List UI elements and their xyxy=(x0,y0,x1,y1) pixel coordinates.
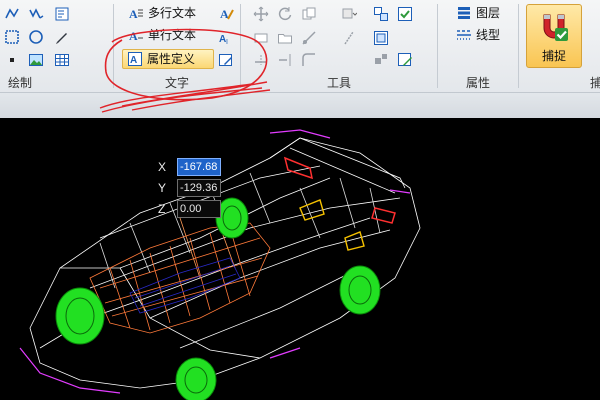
magnet-icon xyxy=(538,11,570,43)
linetype-icon xyxy=(456,27,472,43)
text-style-icon[interactable]: A xyxy=(218,6,234,22)
coord-row-y: Y -129.36 xyxy=(158,179,222,197)
rotate-icon[interactable] xyxy=(277,6,293,22)
scale-icon[interactable] xyxy=(301,30,317,46)
point-icon[interactable] xyxy=(4,52,20,68)
group-draw: 绘制 xyxy=(0,0,80,92)
coord-z-label: Z xyxy=(158,202,166,216)
copy-icon[interactable] xyxy=(301,6,317,22)
extend-icon[interactable] xyxy=(277,52,293,68)
group-draw-label: 绘制 xyxy=(8,76,33,90)
check-icon[interactable] xyxy=(397,6,413,22)
ribbon: 绘制 A 多行文本 A 单行文本 A 属性定义 A AI 文字 工具 图层 线型… xyxy=(0,0,600,118)
mirror-icon[interactable] xyxy=(341,30,357,46)
coord-x-field[interactable]: -167.68 xyxy=(177,158,221,176)
snap-label: 捕捉 xyxy=(541,49,566,63)
insert-block-icon[interactable] xyxy=(373,30,389,46)
group-tools: 工具 xyxy=(241,0,437,92)
array-dropdown-icon[interactable] xyxy=(341,6,357,22)
region-icon[interactable] xyxy=(4,29,20,45)
rectangle-icon[interactable] xyxy=(253,30,269,46)
block-edit-icon[interactable] xyxy=(397,52,413,68)
attribute-definition-label: 属性定义 xyxy=(147,52,196,66)
fillet-icon[interactable] xyxy=(301,52,317,68)
polyline-icon[interactable] xyxy=(4,6,20,22)
ribbon-footer xyxy=(0,92,600,118)
explode-icon[interactable] xyxy=(373,52,389,68)
svg-text:I: I xyxy=(226,39,228,46)
multiline-text-label: 多行文本 xyxy=(148,6,197,20)
image-icon[interactable] xyxy=(28,52,44,68)
snap-group-label: 捕 xyxy=(590,76,600,90)
trim-icon[interactable] xyxy=(253,52,269,68)
coord-z-field[interactable]: 0.00 xyxy=(177,200,221,218)
group-separator xyxy=(518,4,519,88)
move-icon[interactable] xyxy=(253,6,269,22)
linetype-label: 线型 xyxy=(476,28,501,42)
layer-icon xyxy=(456,5,472,21)
svg-text:A: A xyxy=(130,55,137,66)
pen-icon[interactable] xyxy=(54,29,70,45)
coord-y-field[interactable]: -129.36 xyxy=(177,179,221,197)
coord-row-x: X -167.68 xyxy=(158,158,222,176)
table-icon[interactable] xyxy=(54,52,70,68)
group-properties-label: 属性 xyxy=(465,76,490,90)
singleline-text-icon: A xyxy=(128,27,144,43)
group-properties: 图层 线型 属性 xyxy=(438,0,518,92)
svg-text:A: A xyxy=(129,7,138,21)
svg-text:A: A xyxy=(220,7,229,21)
car-wireframe xyxy=(19,129,421,400)
linetype-button[interactable]: 线型 xyxy=(452,25,504,45)
attribute-definition-button[interactable]: A 属性定义 xyxy=(122,49,214,69)
circle-icon[interactable] xyxy=(28,29,44,45)
group-text-label: 文字 xyxy=(164,76,189,90)
coord-y-label: Y xyxy=(158,181,167,195)
svg-text:A: A xyxy=(129,29,138,43)
layer-button[interactable]: 图层 xyxy=(452,3,504,23)
hatch-icon[interactable] xyxy=(54,6,70,22)
layer-label: 图层 xyxy=(476,6,501,20)
coord-x-label: X xyxy=(158,160,167,174)
multiline-text-button[interactable]: A 多行文本 xyxy=(124,3,200,23)
group-icon[interactable] xyxy=(373,6,389,22)
folder-icon[interactable] xyxy=(277,30,293,46)
text-edit-icon[interactable]: AI xyxy=(218,30,234,46)
coord-row-z: Z 0.00 xyxy=(158,200,222,218)
group-text: A 多行文本 A 单行文本 A 属性定义 A AI 文字 xyxy=(114,0,240,92)
snap-button[interactable]: 捕捉 xyxy=(526,4,582,68)
multiline-text-icon: A xyxy=(128,5,144,21)
singleline-text-button[interactable]: A 单行文本 xyxy=(124,25,200,45)
singleline-text-label: 单行文本 xyxy=(148,28,197,42)
spline-icon[interactable] xyxy=(28,6,44,22)
drawing-canvas[interactable]: X -167.68 Y -129.36 Z 0.00 xyxy=(0,118,600,400)
attribute-definition-icon: A xyxy=(127,51,143,67)
group-tools-label: 工具 xyxy=(326,76,351,90)
edit-attribute-icon[interactable] xyxy=(218,52,234,68)
